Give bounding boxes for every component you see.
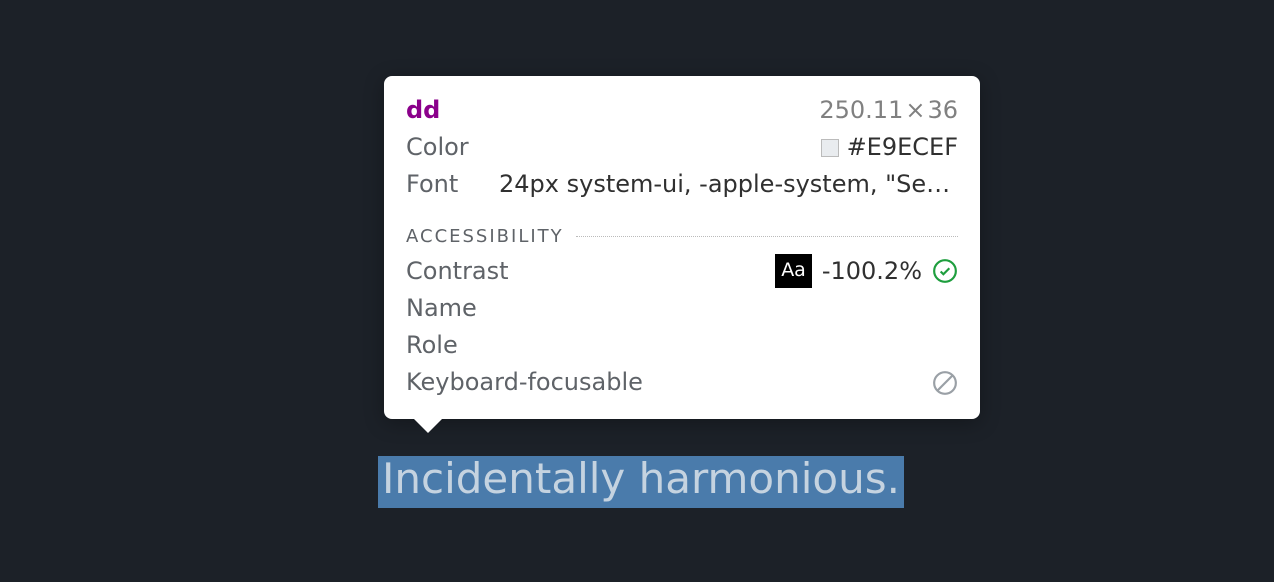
not-allowed-icon: [932, 370, 958, 396]
contrast-row: Contrast Aa -100.2%: [406, 253, 958, 290]
color-label: Color: [406, 129, 481, 166]
name-row: Name: [406, 290, 958, 327]
color-value: #E9ECEF: [847, 129, 958, 166]
element-tag-name: dd: [406, 92, 440, 129]
focusable-row: Keyboard-focusable: [406, 364, 958, 401]
dimension-height: 36: [927, 96, 958, 124]
accessibility-section-header: ACCESSIBILITY: [406, 226, 958, 247]
element-dimensions: 250.11×36: [819, 92, 958, 129]
role-label: Role: [406, 327, 481, 364]
font-row: Font 24px system-ui, -apple-system, "Seg…: [406, 166, 958, 203]
name-label: Name: [406, 290, 481, 327]
font-label: Font: [406, 166, 481, 203]
focusable-label: Keyboard-focusable: [406, 364, 643, 401]
section-divider: [576, 236, 958, 237]
element-inspector-tooltip: dd 250.11×36 Color #E9ECEF Font 24px sys…: [384, 76, 980, 419]
contrast-value-wrap: Aa -100.2%: [775, 253, 958, 290]
tooltip-header-row: dd 250.11×36: [406, 92, 958, 129]
accessibility-title: ACCESSIBILITY: [406, 226, 564, 247]
dimension-width: 250.11: [819, 96, 903, 124]
check-circle-icon: [932, 258, 958, 284]
color-row: Color #E9ECEF: [406, 129, 958, 166]
inspected-text[interactable]: Incidentally harmonious.: [378, 456, 904, 508]
font-value: 24px system-ui, -apple-system, "Segoe…: [499, 166, 958, 203]
contrast-value: -100.2%: [822, 253, 922, 290]
color-value-wrap: #E9ECEF: [821, 129, 958, 166]
contrast-sample-badge: Aa: [775, 254, 812, 287]
dimension-separator: ×: [905, 96, 925, 124]
role-row: Role: [406, 327, 958, 364]
color-swatch-icon: [821, 139, 839, 157]
contrast-label: Contrast: [406, 253, 509, 290]
